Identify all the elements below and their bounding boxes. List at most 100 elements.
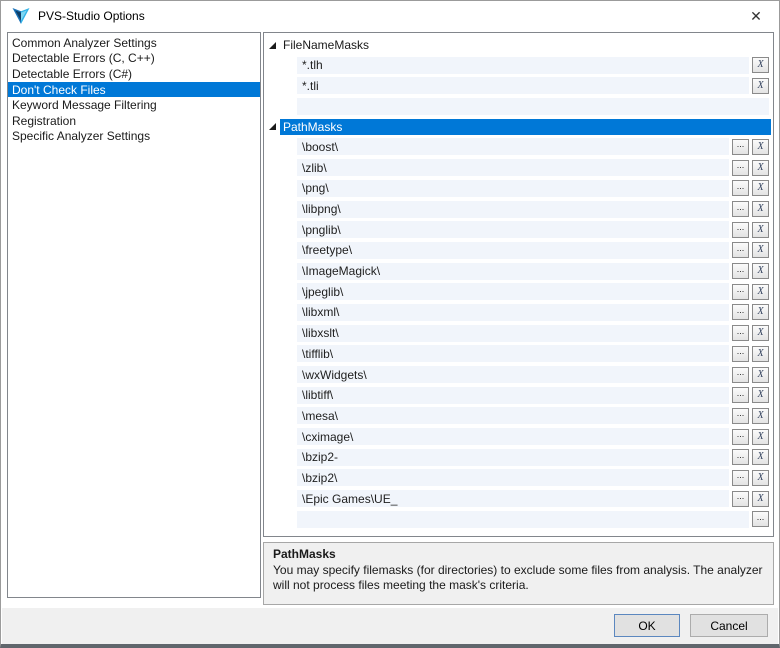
ok-button[interactable]: OK (614, 614, 680, 637)
x-icon: X (757, 370, 763, 380)
x-icon: X (757, 266, 763, 276)
browse-button[interactable]: ... (732, 491, 749, 507)
mask-row (297, 98, 769, 115)
sidebar-item[interactable]: Specific Analyzer Settings (8, 129, 260, 145)
delete-button[interactable]: X (752, 78, 769, 94)
mask-value-field[interactable]: \wxWidgets\ (297, 366, 729, 383)
sidebar-item[interactable]: Don't Check Files (8, 82, 260, 98)
titlebar: PVS-Studio Options ✕ (1, 1, 779, 31)
mask-value-field[interactable]: \png\ (297, 180, 729, 197)
sidebar-item[interactable]: Keyword Message Filtering (8, 97, 260, 113)
delete-button[interactable]: X (752, 429, 769, 445)
x-icon: X (757, 494, 763, 504)
mask-value-field[interactable]: \zlib\ (297, 159, 729, 176)
browse-button[interactable]: ... (732, 263, 749, 279)
expander-icon[interactable] (269, 123, 276, 130)
delete-button[interactable]: X (752, 470, 769, 486)
browse-button[interactable]: ... (732, 304, 749, 320)
delete-button[interactable]: X (752, 346, 769, 362)
browse-button[interactable]: ... (732, 387, 749, 403)
expander-icon[interactable] (269, 42, 276, 49)
mask-row: *.tli X (297, 77, 769, 94)
browse-button[interactable]: ... (732, 429, 749, 445)
section-label: FileNameMasks (283, 38, 369, 52)
delete-button[interactable]: X (752, 242, 769, 258)
x-icon: X (757, 432, 763, 442)
delete-button[interactable]: X (752, 222, 769, 238)
browse-button[interactable]: ... (732, 346, 749, 362)
mask-value-field[interactable]: \ImageMagick\ (297, 263, 729, 280)
mask-value-field[interactable]: \jpeglib\ (297, 283, 729, 300)
delete-button[interactable]: X (752, 57, 769, 73)
delete-button[interactable]: X (752, 139, 769, 155)
browse-button[interactable]: ... (732, 449, 749, 465)
mask-value-field[interactable]: \bzip2\ (297, 469, 729, 486)
delete-button[interactable]: X (752, 491, 769, 507)
close-icon[interactable]: ✕ (733, 1, 779, 31)
mask-value-field[interactable] (297, 98, 769, 115)
browse-button[interactable]: ... (732, 325, 749, 341)
browse-button[interactable]: ... (732, 470, 749, 486)
section-label: PathMasks (283, 120, 342, 134)
delete-button[interactable]: X (752, 263, 769, 279)
delete-button[interactable]: X (752, 304, 769, 320)
x-icon: X (757, 473, 763, 483)
mask-row: \cximage\ ... X (297, 428, 769, 445)
sidebar-item[interactable]: Detectable Errors (C, C++) (8, 51, 260, 67)
section-header[interactable]: FileNameMasks (264, 37, 771, 53)
delete-button[interactable]: X (752, 160, 769, 176)
browse-button[interactable]: ... (732, 367, 749, 383)
mask-row: \libtiff\ ...X (297, 387, 769, 404)
mask-row: \Epic Games\UE_ ... X (297, 490, 769, 507)
delete-button[interactable]: X (752, 367, 769, 383)
section-rows: *.tlh X *.tli X (264, 57, 771, 115)
browse-button[interactable]: ... (732, 408, 749, 424)
mask-value-field[interactable]: \Epic Games\UE_ (297, 490, 729, 507)
mask-value-field[interactable]: \libxml\ (297, 304, 729, 321)
mask-value-field[interactable]: \freetype\ (297, 242, 729, 259)
delete-button[interactable]: X (752, 408, 769, 424)
mask-row: \tifflib\ ...X (297, 345, 769, 362)
cancel-button[interactable]: Cancel (690, 614, 768, 637)
delete-button[interactable]: X (752, 201, 769, 217)
browse-button[interactable]: ... (732, 222, 749, 238)
mask-value-field[interactable]: \mesa\ (297, 407, 729, 424)
mask-value-field[interactable] (297, 511, 749, 528)
mask-value-field[interactable]: \cximage\ (297, 428, 729, 445)
mask-row: \bzip2\ ... X (297, 469, 769, 486)
delete-button[interactable]: X (752, 387, 769, 403)
browse-button[interactable]: ... (732, 139, 749, 155)
sidebar-item[interactable]: Registration (8, 113, 260, 129)
mask-value-field[interactable]: \libtiff\ (297, 387, 729, 404)
section-header[interactable]: PathMasks (264, 119, 771, 135)
mask-value-field[interactable]: \libxslt\ (297, 325, 729, 342)
delete-button[interactable]: X (752, 180, 769, 196)
browse-button[interactable]: ... (732, 180, 749, 196)
mask-value-field[interactable]: \tifflib\ (297, 345, 729, 362)
sidebar-item[interactable]: Common Analyzer Settings (8, 35, 260, 51)
mask-value-field[interactable]: *.tli (297, 77, 749, 94)
x-icon: X (757, 411, 763, 421)
x-icon: X (757, 452, 763, 462)
mask-value-field[interactable]: \bzip2- (297, 449, 729, 466)
delete-button[interactable]: X (752, 325, 769, 341)
ellipsis-icon: ... (737, 411, 745, 415)
mask-row: \mesa\ ... X (297, 407, 769, 424)
mask-value-field[interactable]: \libpng\ (297, 201, 729, 218)
mask-row: \zlib\ ...X (297, 159, 769, 176)
browse-button[interactable]: ... (732, 201, 749, 217)
delete-button[interactable]: X (752, 284, 769, 300)
mask-value-field[interactable]: *.tlh (297, 57, 749, 74)
browse-button[interactable]: ... (732, 242, 749, 258)
mask-value-field[interactable]: \pnglib\ (297, 221, 729, 238)
ellipsis-icon: ... (737, 246, 745, 250)
sidebar-item-label: Specific Analyzer Settings (12, 129, 150, 143)
settings-category-list[interactable]: Common Analyzer Settings Detectable Erro… (7, 32, 261, 598)
browse-button[interactable]: ... (752, 511, 769, 527)
browse-button[interactable]: ... (732, 160, 749, 176)
delete-button[interactable]: X (752, 449, 769, 465)
mask-row: \libxslt\ ...X (297, 325, 769, 342)
sidebar-item[interactable]: Detectable Errors (C#) (8, 66, 260, 82)
browse-button[interactable]: ... (732, 284, 749, 300)
mask-value-field[interactable]: \boost\ (297, 138, 729, 155)
